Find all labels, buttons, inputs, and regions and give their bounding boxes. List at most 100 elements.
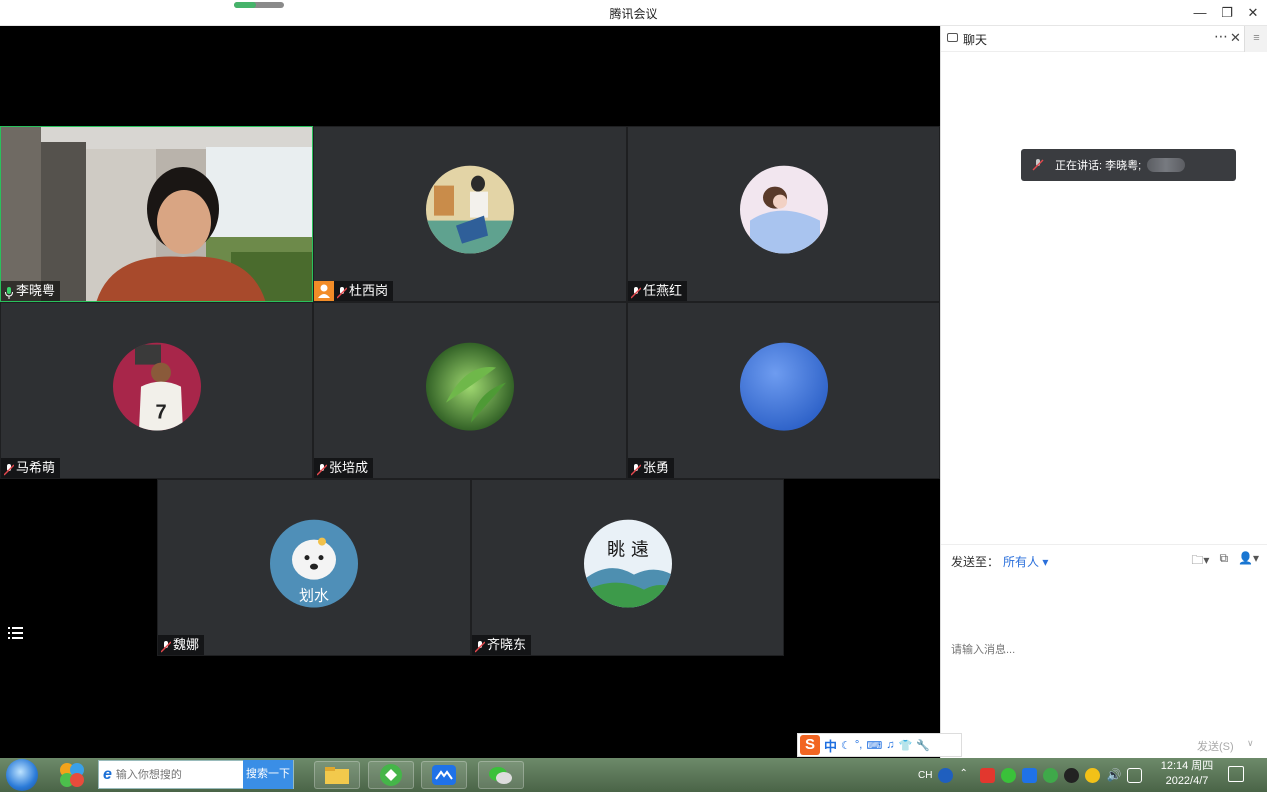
participant-list-icon[interactable] [8, 626, 24, 640]
participant-name-tag: 杜西岗 [334, 281, 394, 301]
send-to-dropdown[interactable]: 所有人 ▾ [1003, 553, 1048, 570]
participant-tile-4[interactable]: 7 马希萌 [0, 302, 313, 479]
video-grid: 李晓粤 杜西岗 任燕红 7 马希萌 张培成 张勇 划水 魏娜 眺 遠 齐晓东 [0, 26, 940, 758]
participant-name-tag: 张培成 [314, 458, 374, 478]
send-to-label: 发送至： [951, 555, 1000, 569]
participant-name: 李晓粤 [16, 283, 56, 298]
taskbar-search-button[interactable]: 搜索一下 [243, 760, 293, 789]
avatar-text: 眺 遠 [607, 539, 649, 560]
window-title: 腾讯会议 [609, 7, 658, 21]
camera-video [1, 127, 312, 301]
mic-muted-icon[interactable] [316, 462, 328, 476]
participant-name: 张培成 [329, 460, 369, 475]
start-button[interactable] [6, 759, 38, 791]
tray-expand-icon[interactable]: ⌃ [959, 768, 974, 783]
avatar: 划水 [270, 519, 358, 608]
sogou-logo-icon[interactable]: S [800, 735, 820, 755]
send-options-chevron-icon[interactable]: ∨ [1247, 738, 1254, 749]
mic-muted-icon[interactable] [474, 639, 486, 653]
speaking-text: 正在讲话: 李晓粤; [1055, 160, 1142, 172]
mic-muted-icon[interactable] [336, 285, 348, 299]
tencent-meeting-icon[interactable] [421, 761, 467, 789]
wps-icon[interactable] [980, 767, 996, 783]
mic-muted-icon [1032, 159, 1044, 171]
taskbar-search-input[interactable] [115, 768, 234, 781]
wechat-tray-icon[interactable] [1001, 767, 1017, 783]
close-chat-icon[interactable]: ✕ [1230, 30, 1241, 46]
more-options-icon[interactable]: ⋯ [1214, 28, 1228, 45]
avatar [739, 342, 828, 431]
file-icon[interactable]: 🗀▾ [1191, 551, 1209, 572]
compose-toolbar: 🗀▾ ⧉ 👤▾ [1191, 551, 1259, 572]
participant-name-tag: 齐晓东 [472, 635, 532, 655]
participant-tile-6[interactable]: 张勇 [627, 302, 940, 479]
participant-tile-7[interactable]: 划水 魏娜 [157, 479, 471, 656]
avatar [426, 165, 514, 254]
restore-button[interactable]: ❐ [1214, 3, 1240, 23]
chat-icon [947, 33, 958, 42]
participant-name: 齐晓东 [487, 637, 527, 652]
svg-text:7: 7 [155, 401, 166, 423]
punctuation-icon[interactable]: °, [855, 739, 862, 751]
security-icon[interactable] [1043, 767, 1059, 783]
participant-name: 杜西岗 [349, 283, 389, 298]
clock-date: 2022/4/7 [1165, 775, 1209, 787]
ime-language-toggle[interactable]: 中 [824, 736, 837, 755]
chat-compose-area: 发送至： 所有人 ▾ 🗀▾ ⧉ 👤▾ 发送(S) ∨ [941, 544, 1267, 758]
volume-icon[interactable]: 🔊 [1106, 768, 1121, 783]
sidebar-toggle-icon[interactable]: ≡ [1244, 26, 1267, 52]
mic-on-icon[interactable] [4, 285, 14, 299]
participant-name-tag: 李晓粤 [1, 281, 61, 301]
clock-time: 12:14 周四 [1160, 760, 1214, 772]
participant-tile-1[interactable]: 李晓粤 [0, 126, 313, 302]
file-explorer-icon[interactable] [314, 761, 360, 789]
close-button[interactable]: ✕ [1240, 3, 1266, 23]
keyboard-icon[interactable]: ⌨ [866, 739, 882, 752]
message-input[interactable] [951, 575, 1251, 725]
notification-center-icon[interactable] [1228, 766, 1244, 782]
chat-header: 聊天 ⋯ ✕ ≡ [941, 26, 1267, 52]
participant-name: 马希萌 [16, 460, 56, 475]
host-badge-icon [314, 281, 334, 301]
mic-muted-icon[interactable] [3, 462, 15, 476]
participant-name-tag: 马希萌 [1, 458, 61, 478]
mic-muted-icon[interactable] [630, 285, 642, 299]
participant-name-tag: 张勇 [628, 458, 675, 478]
title-bar: 腾讯会议 — ❐ ✕ [0, 0, 1267, 26]
participant-name: 张勇 [643, 460, 670, 475]
help-icon[interactable] [938, 767, 954, 783]
avatar [739, 165, 828, 254]
participant-tile-5[interactable]: 张培成 [313, 302, 627, 479]
taskbar: e 搜索一下 CH ⌃ 🔊 12:14 周四 2022/4/7 [0, 758, 1267, 792]
mic-muted-icon[interactable] [160, 639, 172, 653]
moon-icon[interactable]: ☾ [841, 739, 851, 752]
antivirus-icon[interactable] [1085, 767, 1101, 783]
participant-name-tag: 任燕红 [628, 281, 688, 301]
send-button[interactable]: 发送(S) [1197, 738, 1234, 754]
speaking-toast: 正在讲话: 李晓粤; [1021, 149, 1236, 181]
wechat-icon[interactable] [478, 761, 524, 789]
blurred-name [1147, 158, 1186, 172]
screenshot-icon[interactable]: ⧉ [1219, 551, 1228, 572]
language-indicator[interactable]: CH [918, 770, 932, 781]
colorful-app-icon[interactable] [58, 762, 86, 788]
meeting-tray-icon[interactable] [1022, 767, 1038, 783]
skin-icon[interactable]: 👕 [899, 739, 913, 752]
browser-icon[interactable] [368, 761, 414, 789]
voice-icon[interactable]: ♫ [886, 739, 894, 751]
participant-tile-8[interactable]: 眺 遠 齐晓东 [471, 479, 784, 656]
clock[interactable]: 12:14 周四 2022/4/7 [1158, 759, 1216, 789]
ie-icon: e [103, 765, 112, 783]
participant-tile-3[interactable]: 任燕红 [627, 126, 940, 302]
network-icon[interactable] [1127, 767, 1143, 783]
avatar: 7 [112, 342, 201, 431]
taskbar-search: e 搜索一下 [98, 760, 294, 789]
participant-tile-2[interactable]: 杜西岗 [313, 126, 627, 302]
avatar-text: 划水 [299, 586, 329, 604]
minimize-button[interactable]: — [1187, 3, 1213, 23]
participant-name: 任燕红 [643, 283, 683, 298]
user-settings-icon[interactable]: 👤▾ [1238, 551, 1259, 572]
qq-icon[interactable] [1064, 767, 1080, 783]
tools-icon[interactable]: 🔧 [916, 739, 930, 752]
mic-muted-icon[interactable] [630, 462, 642, 476]
